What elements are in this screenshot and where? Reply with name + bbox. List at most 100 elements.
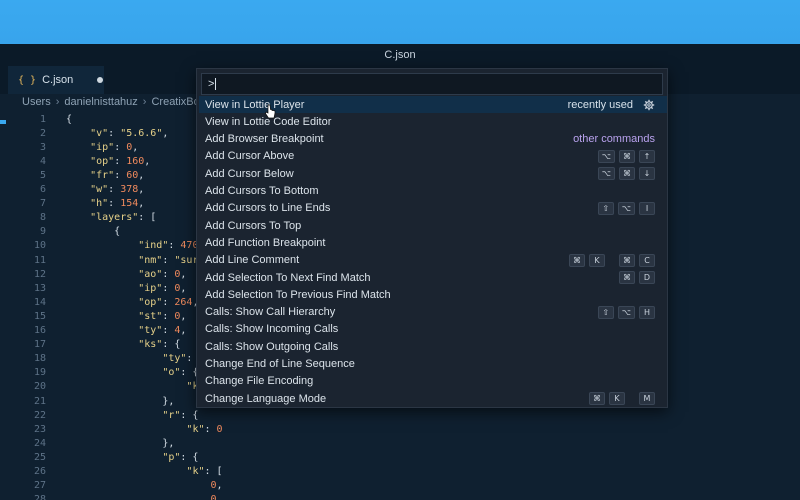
string-token: "r" — [162, 409, 181, 421]
plain-token: : [ — [204, 466, 223, 477]
command-label: Add Line Comment — [205, 254, 300, 267]
command-meta: recently used — [568, 96, 655, 113]
command-item[interactable]: Add Cursor Below ⌥ ⌘ ↓ — [199, 165, 667, 182]
code-text: 0, — [66, 494, 223, 500]
code-line[interactable]: 24 }, — [0, 436, 800, 450]
chevron-right-icon: › — [142, 96, 147, 108]
line-number: 16 — [33, 325, 46, 336]
code-line[interactable]: 25 "p": { — [0, 450, 800, 464]
command-item[interactable]: Add Cursor Above ⌥ ⌘ ↑ — [199, 148, 667, 165]
command-item[interactable]: Calls: Show Call Hierarchy ⇧ ⌥ H — [199, 304, 667, 321]
keybinding-key: I — [639, 201, 655, 215]
keybinding-key: C — [639, 253, 655, 267]
code-text: { — [66, 226, 120, 237]
code-text: "h": 154, — [66, 198, 144, 209]
keybinding-key: ⌘ — [619, 253, 635, 267]
number-token: 264 — [174, 296, 193, 308]
code-text: "op": 160, — [66, 156, 150, 167]
plain-token: : — [162, 296, 175, 308]
tab-c-json[interactable]: { } C.json — [8, 66, 104, 94]
code-text: "k": 0 — [66, 424, 222, 435]
command-item[interactable]: Calls: Show Outgoing Calls — [199, 338, 667, 355]
code-text: "op": 264, — [66, 297, 198, 308]
code-line[interactable]: 27 0, — [0, 479, 800, 493]
plain-token: : { — [180, 409, 199, 421]
breadcrumb-item[interactable]: danielnisttahuz — [64, 96, 137, 108]
unsaved-dot-icon[interactable] — [97, 77, 104, 83]
line-number: 21 — [33, 395, 46, 407]
breadcrumb-item[interactable]: Users — [22, 96, 51, 108]
line-number: 7 — [39, 198, 46, 210]
code-text: "v": "5.6.6", — [66, 128, 168, 139]
plain-token: : — [114, 141, 127, 153]
string-token: "5.6.6" — [120, 127, 163, 139]
string-token: "st" — [138, 310, 163, 322]
command-label: Add Cursors To Bottom — [205, 185, 319, 197]
command-item[interactable]: Add Function Breakpoint — [199, 234, 667, 251]
command-item[interactable]: Add Cursors to Line Ends ⇧ ⌥ I — [199, 200, 667, 217]
string-token: "p" — [162, 451, 181, 463]
command-item[interactable]: Add Selection To Previous Find Match — [199, 286, 667, 303]
keybinding-key: ↑ — [639, 149, 655, 163]
command-item[interactable]: Change File Encoding — [199, 373, 667, 390]
command-item[interactable]: Calls: Show Incoming Calls — [199, 321, 667, 338]
keybinding-key: ⌘ — [619, 149, 635, 163]
plain-token: , — [180, 268, 187, 280]
string-token: "ip" — [90, 141, 115, 153]
code-line[interactable]: 22 "r": { — [0, 408, 800, 422]
plain-token: : { — [162, 339, 181, 351]
keybinding-key: K — [589, 253, 605, 267]
plain-token: }, — [66, 395, 175, 407]
code-text: "nm": "surf — [66, 255, 204, 266]
code-line[interactable]: 28 0, — [0, 493, 800, 500]
window-title: C.json — [384, 49, 416, 61]
plain-token: , — [138, 169, 145, 181]
plain-token: , — [144, 155, 151, 167]
command-meta: ⌘ K ⌘ C — [569, 252, 655, 269]
string-token: "o" — [162, 367, 181, 379]
window-title-bar: C.json — [0, 44, 800, 66]
line-number: 26 — [33, 466, 46, 477]
command-item[interactable]: Change End of Line Sequence — [199, 356, 667, 373]
plain-token: , — [180, 310, 187, 322]
line-number: 3 — [39, 141, 46, 153]
plain-token: , — [180, 325, 187, 336]
command-label: Calls: Show Outgoing Calls — [205, 340, 339, 353]
string-token: "ks" — [138, 339, 163, 351]
keybinding-key: ⇧ — [597, 201, 614, 215]
command-item[interactable]: Add Browser Breakpoint other commands — [199, 131, 667, 148]
line-number: 22 — [33, 409, 46, 421]
command-label: Add Browser Breakpoint — [205, 133, 324, 146]
command-palette-input[interactable]: > — [201, 73, 663, 95]
command-item[interactable]: Change Language Mode ⌘ K M — [199, 390, 667, 407]
command-label: Add Function Breakpoint — [205, 236, 326, 249]
command-item[interactable]: Add Selection To Next Find Match ⌘ D — [199, 269, 667, 286]
string-token: "ty" — [138, 325, 163, 336]
command-item[interactable]: Add Cursors To Bottom — [199, 183, 667, 200]
keybinding-key: ⌘ — [619, 271, 635, 284]
command-label: Change Language Mode — [205, 392, 327, 405]
string-token: "op" — [90, 155, 115, 167]
code-line[interactable]: 23 "k": 0 — [0, 422, 800, 436]
command-item[interactable]: Add Line Comment ⌘ K ⌘ C — [199, 252, 667, 269]
plain-token: { — [66, 113, 73, 125]
string-token: "ind" — [138, 240, 169, 252]
command-label: Calls: Show Incoming Calls — [205, 323, 339, 336]
line-number: 4 — [39, 155, 46, 167]
plain-token: , — [216, 494, 223, 500]
plain-token: : — [162, 310, 175, 322]
plain-token: : — [162, 325, 175, 336]
code-line[interactable]: 26 "k": [ — [0, 465, 800, 479]
keybinding-key: ⌥ — [597, 167, 615, 181]
gear-icon[interactable] — [643, 99, 655, 111]
code-text: "ty": " — [66, 353, 204, 364]
command-item[interactable]: Add Cursors To Top — [199, 217, 667, 234]
plain-token: : — [108, 184, 121, 195]
